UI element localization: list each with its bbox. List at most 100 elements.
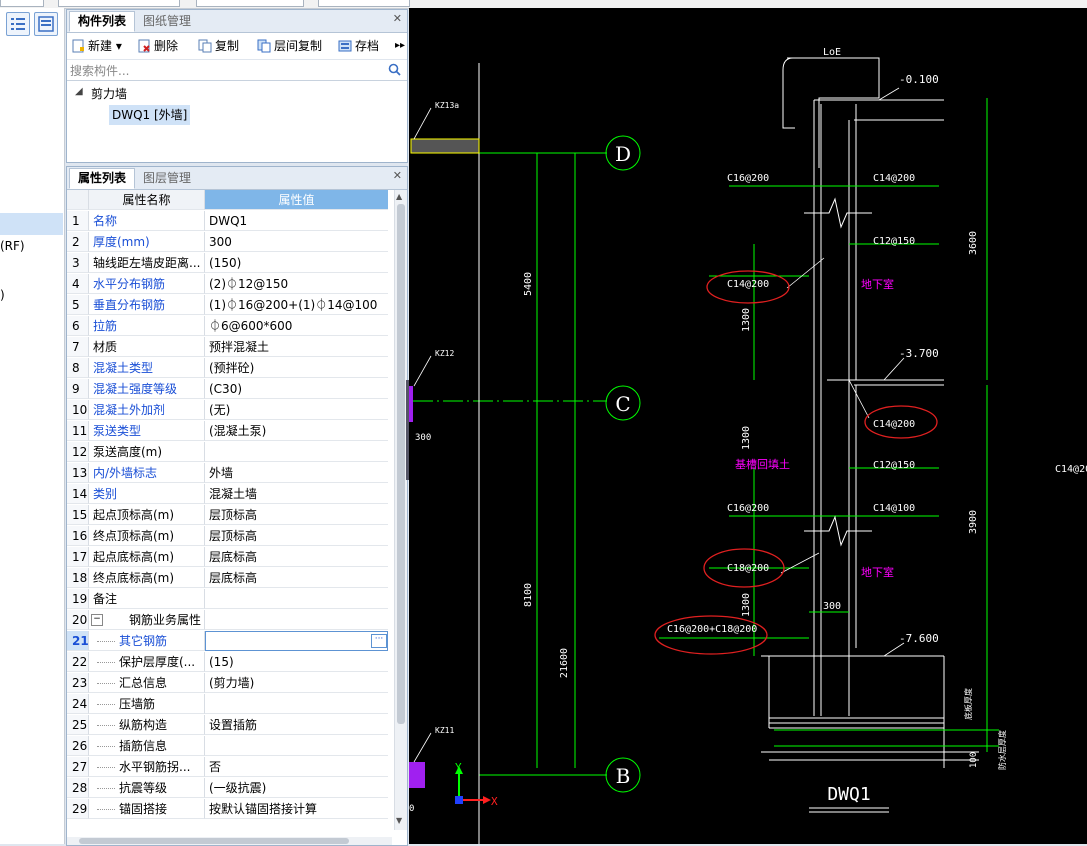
property-value-cell[interactable]: (无) [205,400,388,420]
table-row[interactable]: 11 泵送类型 (混凝土泵) [67,421,393,442]
table-row[interactable]: 18 终点底标高(m) 层底标高 [67,568,393,589]
new-button[interactable]: 新建 ▾ [71,37,122,55]
table-row[interactable]: 2 厚度(mm) 300 [67,232,393,253]
property-value-cell[interactable]: (2)⏀12@150 [205,274,388,294]
more-toolbar-button[interactable]: ▸▸ [395,37,405,55]
property-value-cell[interactable]: 设置插筋 [205,715,388,735]
detail-view-button[interactable] [34,12,58,36]
table-row[interactable]: 8 混凝土类型 (预拌砼) [67,358,393,379]
property-value-cell[interactable]: (1)⏀16@200+(1)⏀14@100 [205,295,388,315]
table-row[interactable]: 21 其它钢筋 ··· [67,631,393,652]
property-value-cell[interactable]: 外墙 [205,463,388,483]
property-value-cell[interactable]: 层底标高 [205,568,388,588]
table-row[interactable]: 20 钢筋业务属性 − [67,610,393,631]
scrollbar-thumb[interactable] [397,204,405,724]
nav-item-rf[interactable]: (RF) [0,239,25,253]
left-dim-300: 300 [415,433,431,443]
search-icon[interactable] [388,63,401,76]
property-value-cell[interactable]: 按默认锚固搭接计算 [205,799,388,819]
tab-property-list[interactable]: 属性列表 [69,168,136,189]
hscroll-thumb[interactable] [79,838,349,844]
property-value-cell[interactable]: 300 [205,232,388,252]
save-archive-button[interactable]: 存档 [338,37,379,55]
property-value-cell[interactable] [205,589,388,609]
top-combo-1[interactable] [0,0,44,7]
table-row[interactable]: 29 锚固搭接 按默认锚固搭接计算 [67,799,393,820]
top-combo-3[interactable] [196,0,304,7]
property-value-cell[interactable]: (C30) [205,379,388,399]
top-combo-2[interactable] [58,0,180,7]
column-kz13a[interactable] [410,138,480,154]
property-value-cell[interactable]: (150) [205,253,388,273]
table-row[interactable]: 22 保护层厚度(... (15) [67,652,393,673]
table-row[interactable]: 25 纵筋构造 设置插筋 [67,715,393,736]
table-row[interactable]: 13 内/外墙标志 外墙 [67,463,393,484]
column-kz12[interactable] [409,386,413,422]
property-value-cell[interactable]: (预拌砼) [205,358,388,378]
cad-drawing-canvas[interactable]: D C B KZ13a KZ12 KZ11 300 0 5400 8100 21… [409,8,1087,844]
property-value-cell[interactable] [205,631,388,651]
table-row[interactable]: 17 起点底标高(m) 层底标高 [67,547,393,568]
table-row[interactable]: 4 水平分布钢筋 (2)⏀12@150 [67,274,393,295]
property-value-cell[interactable] [205,610,388,630]
table-row[interactable]: 6 拉筋 ⏀6@600*600 [67,316,393,337]
table-row[interactable]: 10 混凝土外加剂 (无) [67,400,393,421]
table-row[interactable]: 1 名称 DWQ1 [67,211,393,232]
property-value-cell[interactable] [205,694,388,714]
table-row[interactable]: 15 起点顶标高(m) 层顶标高 [67,505,393,526]
tab-component-list[interactable]: 构件列表 [69,11,136,32]
property-value-cell[interactable]: (混凝土泵) [205,421,388,441]
list-view-button[interactable] [6,12,30,36]
property-value-cell[interactable]: (剪力墙) [205,673,388,693]
property-value-cell[interactable]: 混凝土墙 [205,484,388,504]
vertical-scrollbar[interactable]: ▲ ▼ [394,190,407,830]
table-row[interactable]: 19 备注 [67,589,393,610]
property-value-cell[interactable]: DWQ1 [205,211,388,231]
table-row[interactable]: 14 类别 混凝土墙 [67,484,393,505]
delete-button[interactable]: 删除 [137,37,178,55]
collapse-icon[interactable]: − [91,614,103,626]
table-row[interactable]: 26 插筋信息 [67,736,393,757]
property-value-cell[interactable]: 层底标高 [205,547,388,567]
floor-copy-button[interactable]: 层间复制 [257,37,322,55]
column-kz11[interactable] [409,762,425,788]
table-row[interactable]: 7 材质 预拌混凝土 [67,337,393,358]
tab-layer-management[interactable]: 图层管理 [135,169,199,188]
table-row[interactable]: 27 水平钢筋拐... 否 [67,757,393,778]
property-value-cell[interactable]: 层顶标高 [205,505,388,525]
cad-drawing-svg[interactable]: D C B KZ13a KZ12 KZ11 300 0 5400 8100 21… [409,8,1087,844]
close-icon[interactable]: ✕ [393,12,402,25]
property-value-cell[interactable] [205,736,388,756]
property-value-cell[interactable]: (15) [205,652,388,672]
table-row[interactable]: 28 抗震等级 (一级抗震) [67,778,393,799]
nav-item-paren[interactable]: ) [0,288,5,302]
top-combo-4[interactable] [318,0,410,7]
copy-button[interactable]: 复制 [198,37,239,55]
table-row[interactable]: 24 压墙筋 [67,694,393,715]
tree-expand-icon[interactable]: ◢ [75,86,83,97]
tree-group-shear-wall[interactable]: 剪力墙 [91,85,127,102]
component-search[interactable]: 搜索构件... [67,60,407,81]
table-row[interactable]: 16 终点顶标高(m) 层顶标高 [67,526,393,547]
table-row[interactable]: 12 泵送高度(m) [67,442,393,463]
tab-drawing-management[interactable]: 图纸管理 [135,12,199,31]
property-value-cell[interactable]: 预拌混凝土 [205,337,388,357]
property-value-cell[interactable] [205,442,388,462]
tree-connector-line [97,662,115,663]
close-icon[interactable]: ✕ [393,169,402,182]
nav-selected-item[interactable] [0,213,63,235]
table-row[interactable]: 9 混凝土强度等级 (C30) [67,379,393,400]
property-value-cell[interactable]: 否 [205,757,388,777]
scroll-down-icon[interactable]: ▼ [396,816,402,825]
property-value-cell[interactable]: ⏀6@600*600 [205,316,388,336]
table-row[interactable]: 3 轴线距左墙皮距离... (150) [67,253,393,274]
search-input[interactable]: 搜索构件... [70,62,129,79]
table-row[interactable]: 5 垂直分布钢筋 (1)⏀16@200+(1)⏀14@100 [67,295,393,316]
scroll-up-icon[interactable]: ▲ [396,192,402,201]
property-value-cell[interactable]: 层顶标高 [205,526,388,546]
ellipsis-button[interactable]: ··· [371,634,387,648]
label-c14-200-top: C14@200 [873,173,915,184]
table-row[interactable]: 23 汇总信息 (剪力墙) [67,673,393,694]
property-value-cell[interactable]: (一级抗震) [205,778,388,798]
tree-item-dwq1[interactable]: DWQ1 [外墙] [109,105,191,125]
